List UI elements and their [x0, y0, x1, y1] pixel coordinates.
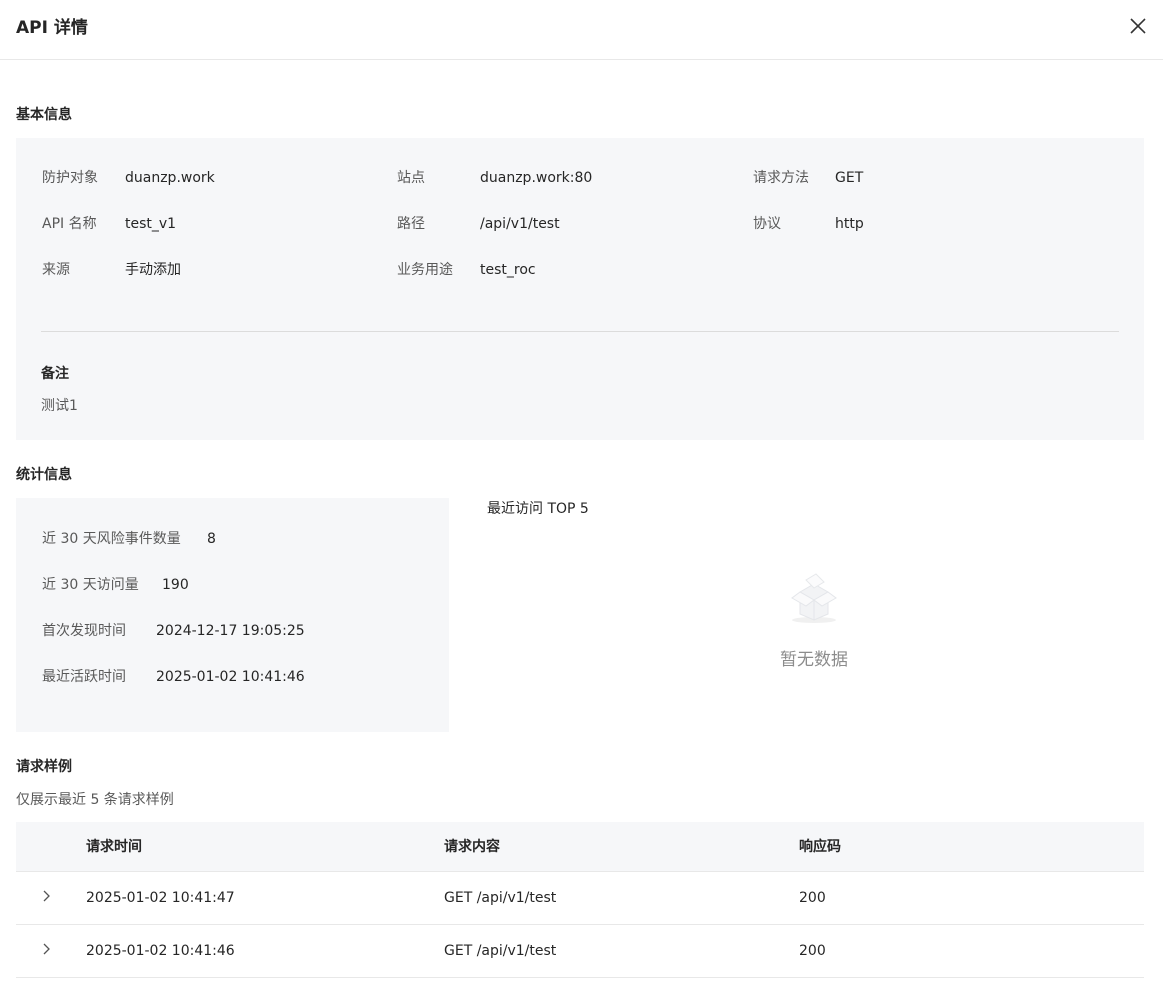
- response-code: 200: [799, 890, 826, 906]
- close-icon[interactable]: [1126, 14, 1150, 38]
- chevron-right-icon[interactable]: [38, 888, 54, 904]
- column-header-content: 请求内容: [444, 839, 500, 855]
- risk-events-label: 近 30 天风险事件数量: [42, 531, 181, 547]
- table-row[interactable]: 2025-01-02 10:41:46 GET /api/v1/test 200: [16, 925, 1144, 978]
- table-row[interactable]: 2025-01-02 10:41:47 GET /api/v1/test 200: [16, 872, 1144, 925]
- request-content: GET /api/v1/test: [444, 890, 557, 906]
- visits-value: 190: [162, 577, 189, 593]
- samples-table: 请求时间 请求内容 响应码 2025-01-02 10:41:47 GET /a…: [16, 822, 1144, 978]
- last-active-value: 2025-01-02 10:41:46: [156, 669, 305, 685]
- path-label: 路径: [397, 216, 425, 232]
- empty-text: 暂无数据: [780, 650, 848, 670]
- request-time: 2025-01-02 10:41:47: [86, 890, 235, 906]
- request-time: 2025-01-02 10:41:46: [86, 943, 235, 959]
- samples-title: 请求样例: [16, 759, 72, 775]
- top5-title: 最近访问 TOP 5: [487, 501, 589, 517]
- note-text: 测试1: [41, 398, 78, 414]
- method-label: 请求方法: [753, 170, 809, 186]
- divider: [41, 331, 1119, 332]
- column-header-time: 请求时间: [86, 839, 142, 855]
- protocol-value: http: [835, 216, 864, 232]
- business-usage-label: 业务用途: [397, 262, 453, 278]
- page-title: API 详情: [16, 18, 88, 38]
- basic-info-title: 基本信息: [16, 107, 72, 123]
- first-seen-label: 首次发现时间: [42, 623, 126, 639]
- business-usage-value: test_roc: [480, 262, 536, 278]
- path-value: /api/v1/test: [480, 216, 560, 232]
- empty-box-icon: [786, 570, 842, 626]
- risk-events-value: 8: [207, 531, 216, 547]
- protocol-label: 协议: [753, 216, 781, 232]
- request-content: GET /api/v1/test: [444, 943, 557, 959]
- column-header-code: 响应码: [799, 839, 841, 855]
- api-name-value: test_v1: [125, 216, 177, 232]
- first-seen-value: 2024-12-17 19:05:25: [156, 623, 305, 639]
- source-label: 来源: [42, 262, 70, 278]
- response-code: 200: [799, 943, 826, 959]
- protect-target-label: 防护对象: [42, 170, 98, 186]
- method-value: GET: [835, 170, 864, 186]
- protect-target-value: duanzp.work: [125, 170, 215, 186]
- samples-hint: 仅展示最近 5 条请求样例: [16, 792, 174, 808]
- chevron-right-icon[interactable]: [38, 941, 54, 957]
- stats-title: 统计信息: [16, 467, 72, 483]
- note-title: 备注: [41, 366, 69, 382]
- drawer-header: API 详情: [0, 0, 1163, 60]
- source-value: 手动添加: [125, 262, 181, 278]
- table-header: 请求时间 请求内容 响应码: [16, 822, 1144, 872]
- site-label: 站点: [397, 170, 425, 186]
- site-value: duanzp.work:80: [480, 170, 593, 186]
- visits-label: 近 30 天访问量: [42, 577, 139, 593]
- api-name-label: API 名称: [42, 216, 97, 232]
- basic-info-panel: 防护对象 duanzp.work 站点 duanzp.work:80 请求方法 …: [16, 138, 1144, 440]
- stats-panel: 近 30 天风险事件数量 8 近 30 天访问量 190 首次发现时间 2024…: [16, 498, 449, 732]
- last-active-label: 最近活跃时间: [42, 669, 126, 685]
